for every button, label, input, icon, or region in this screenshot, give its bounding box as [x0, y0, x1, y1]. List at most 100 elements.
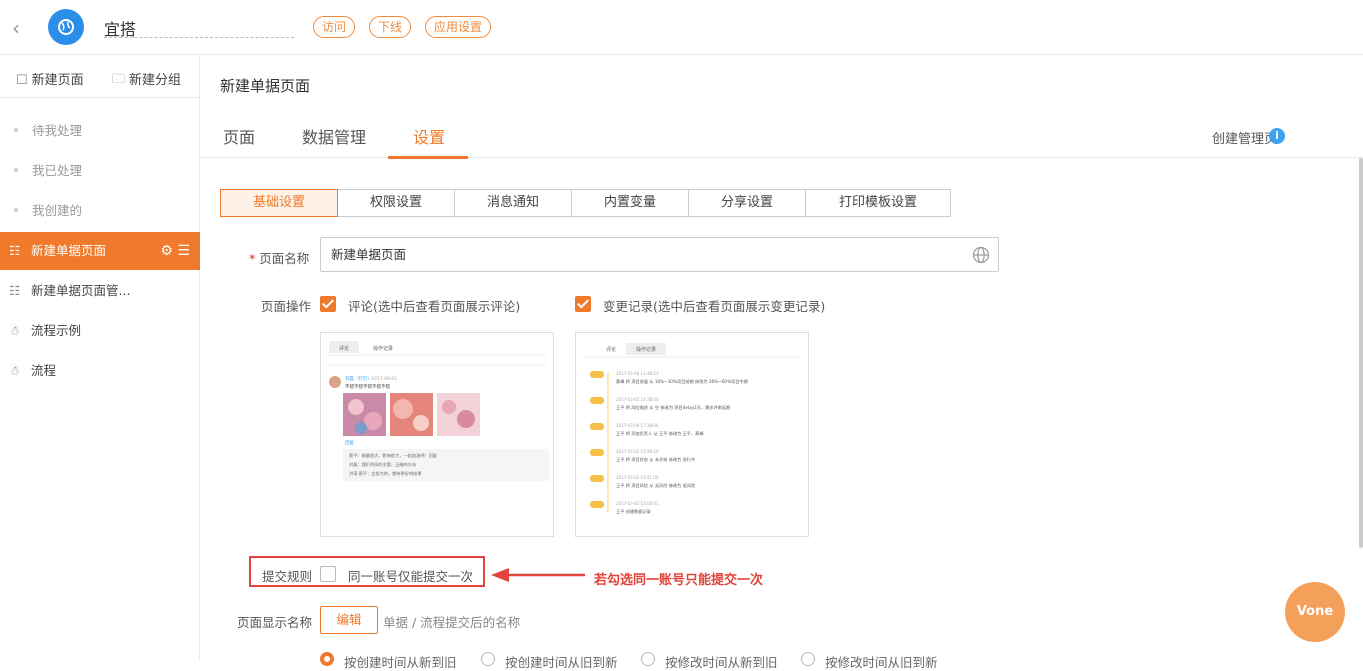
annotation-arrow-icon — [491, 568, 585, 582]
top-bar: ‹ 宜搭 访问 下线 应用设置 — [0, 0, 1363, 55]
radio-sort-2-label: 按创建时间从旧到新 — [505, 655, 618, 670]
tab-data-manage[interactable]: 数据管理 — [302, 124, 366, 148]
preview-text: 不错不错不错不错不错 — [345, 383, 390, 390]
page-title: 新建单据页面 — [220, 77, 311, 95]
flow-icon: ☃ — [9, 363, 21, 378]
visit-button[interactable]: 访问 — [313, 16, 356, 38]
log-entry-marker — [590, 397, 604, 404]
app-logo — [48, 9, 84, 45]
log-entry-time: 2017-03-08 17:38:00 — [616, 423, 659, 428]
back-icon[interactable]: ‹ — [12, 16, 20, 40]
gear-icon[interactable]: ⚙ — [160, 243, 173, 259]
new-group-label: 新建分组 — [129, 73, 182, 88]
submit-once-checkbox[interactable] — [320, 566, 336, 582]
sidebar-item-form-page[interactable]: ☷ 新建单据页面 ⚙ ☰ — [0, 232, 200, 270]
log-entry-marker — [590, 449, 604, 456]
app-settings-button[interactable]: 应用设置 — [425, 16, 492, 38]
form-page-icon: ☷ — [9, 243, 21, 258]
flow-icon: ☃ — [9, 323, 21, 338]
log-entry-time: 2017-03-02 15:00:01 — [616, 501, 659, 506]
log-entry-time: 2017-03-05 14:38:00 — [616, 397, 659, 402]
radio-sort-2[interactable] — [481, 652, 495, 666]
preview-reply-3: 洪涛 蔡平：会努力的，期待更好的结果 — [349, 470, 422, 477]
preview-tab-log: 操作记录 — [373, 345, 393, 352]
sidebar-item-flow-example[interactable]: ☃ 流程示例 — [0, 312, 200, 350]
subtab-basic[interactable]: 基础设置 — [220, 189, 338, 217]
subtab-permission[interactable]: 权限设置 — [338, 190, 455, 216]
scrollbar[interactable] — [1359, 158, 1363, 548]
sidebar-item-label: 我已处理 — [32, 163, 83, 178]
info-icon[interactable]: i — [1269, 128, 1285, 144]
sidebar-item-form-manage[interactable]: ☷ 新建单据页面管... — [0, 272, 200, 310]
new-page-icon: ☐ — [16, 73, 28, 88]
page-actions: ⚙ ☰ — [160, 232, 190, 270]
preview-reply-2: 刘磊：我们共同的主题，正确的方向 — [349, 461, 416, 468]
subtab-share[interactable]: 分享设置 — [689, 190, 806, 216]
log-entry-time: 2017-03-02 15:41:00 — [616, 475, 659, 480]
app-name-input[interactable]: 宜搭 — [104, 16, 294, 39]
edit-display-name-button[interactable]: 编辑 — [320, 606, 378, 634]
submit-once-label: 同一账号仅能提交一次 — [348, 569, 474, 584]
comment-option-label: 评论(选中后查看页面展示评论) — [348, 299, 521, 314]
preview-time: 2017-08-01 — [371, 376, 397, 382]
radio-sort-3-label: 按修改时间从新到旧 — [665, 655, 778, 670]
log-entries: 2017-03-08 11:48:23 蔡峰 将 项目进展 从 10%~30%项目… — [590, 371, 748, 515]
sidebar-item-label: 待我处理 — [32, 123, 83, 138]
page-name-input[interactable]: 新建单据页面 — [320, 237, 999, 272]
new-page-label: 新建页面 — [31, 73, 84, 88]
changelog-preview-image: 评论 操作记录 2017-03-08 11:48:23 蔡峰 将 项目进展 从 1… — [584, 343, 802, 515]
page-name-label: * 页面名称 — [249, 248, 309, 267]
globe-icon[interactable] — [972, 246, 990, 264]
annotation-text: 若勾选同一账号只能提交一次 — [594, 573, 764, 588]
comment-preview: 评论 操作记录 刘磊（钉钉） 2017-08-01 不错不错不错不错不错 回复 … — [320, 332, 554, 537]
log-entry-time: 2017-03-08 11:48:23 — [616, 371, 659, 376]
main-content: 新建单据页面 页面 数据管理 设置 创建管理页 i 基础设置 权限设置 消息通知… — [201, 56, 1363, 670]
changelog-checkbox[interactable] — [575, 296, 591, 312]
sidebar-item-created[interactable]: 我创建的 — [0, 192, 200, 230]
display-name-hint: 单据 / 流程提交后的名称 — [383, 615, 521, 630]
offline-button[interactable]: 下线 — [369, 16, 412, 38]
page-ops-label: 页面操作 — [261, 299, 312, 314]
log-entry-marker — [590, 475, 604, 482]
new-group-button[interactable]: 🗀 新建分组 — [112, 69, 181, 92]
radio-sort-4-label: 按修改时间从旧到新 — [825, 655, 938, 670]
sidebar-item-label: 流程示例 — [31, 323, 82, 338]
changelog-option-label: 变更记录(选中后查看页面展示变更记录) — [603, 299, 826, 314]
globe-logo-icon — [58, 19, 74, 35]
new-page-button[interactable]: ☐ 新建页面 — [16, 69, 84, 88]
active-tab-indicator — [388, 156, 468, 159]
required-mark: * — [249, 251, 256, 266]
preview-reply: 回复 — [345, 439, 354, 446]
subtab-print-template[interactable]: 打印模板设置 — [806, 190, 950, 216]
radio-sort-1[interactable] — [320, 652, 334, 666]
settings-subtabs: 基础设置 权限设置 消息通知 内置变量 分享设置 打印模板设置 — [220, 189, 951, 217]
display-name-label: 页面显示名称 — [237, 615, 313, 630]
tab-settings[interactable]: 设置 — [413, 124, 445, 148]
log-tab-ops: 操作记录 — [636, 346, 656, 353]
create-manage-page-link[interactable]: 创建管理页 — [1212, 128, 1277, 147]
vone-float-button[interactable]: Vone — [1285, 582, 1345, 642]
sidebar-item-label: 新建单据页面管... — [31, 283, 131, 298]
radio-sort-3[interactable] — [641, 652, 655, 666]
comment-preview-image: 评论 操作记录 刘磊（钉钉） 2017-08-01 不错不错不错不错不错 回复 … — [329, 341, 549, 481]
sidebar-item-pending[interactable]: 待我处理 — [0, 112, 200, 150]
changelog-preview: 评论 操作记录 2017-03-08 11:48:23 蔡峰 将 项目进展 从 1… — [575, 332, 809, 537]
log-entry-time: 2017-03-02 15:48:24 — [616, 449, 659, 454]
tab-page[interactable]: 页面 — [223, 124, 255, 148]
sidebar-item-flow[interactable]: ☃ 流程 — [0, 352, 200, 390]
radio-sort-1-label: 按创建时间从新到旧 — [344, 655, 457, 670]
log-entry-text: 王平 创建数据记录 — [616, 508, 651, 515]
log-tab-comment: 评论 — [606, 346, 616, 353]
subtab-variables[interactable]: 内置变量 — [572, 190, 689, 216]
log-entry-text: 王平 将 添加负责人 从 王平 修改为 王平，蔡峰 — [616, 430, 704, 437]
sidebar-item-done[interactable]: 我已处理 — [0, 152, 200, 190]
form-page-icon: ☷ — [9, 283, 21, 298]
sidebar-item-label: 我创建的 — [32, 203, 83, 218]
tab-bar: 页面 数据管理 设置 创建管理页 i — [201, 118, 1363, 159]
sidebar-actions: ☐ 新建页面 🗀 新建分组 — [0, 56, 199, 98]
comment-checkbox[interactable] — [320, 296, 336, 312]
log-entry-marker — [590, 371, 604, 378]
subtab-notification[interactable]: 消息通知 — [455, 190, 572, 216]
menu-icon[interactable]: ☰ — [177, 243, 190, 259]
radio-sort-4[interactable] — [801, 652, 815, 666]
